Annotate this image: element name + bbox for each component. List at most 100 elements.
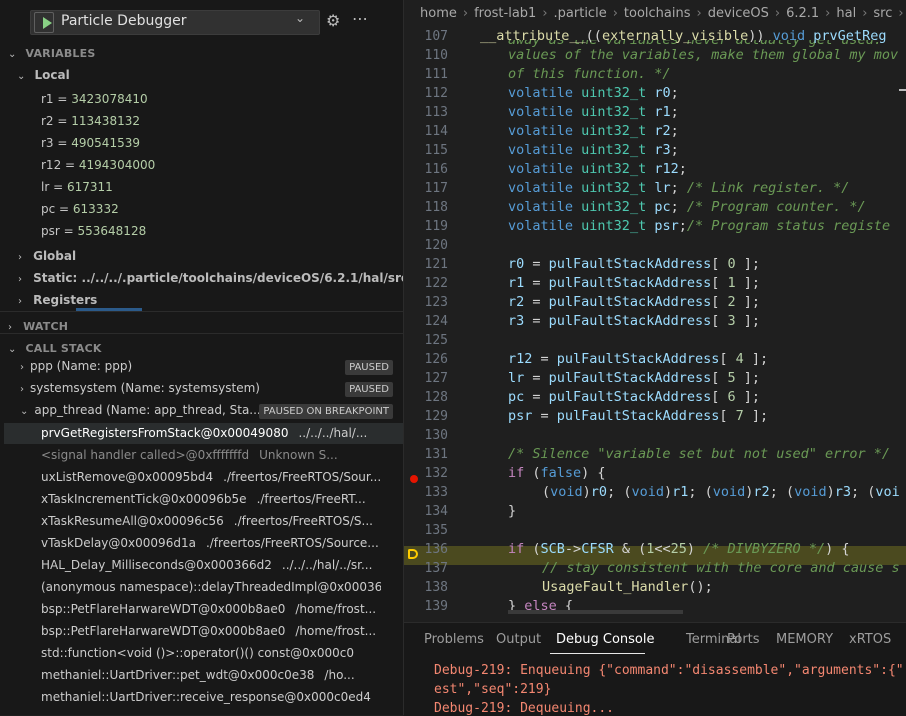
panel-tab-xrtos[interactable]: xRTOS [849, 632, 891, 647]
more-actions-icon[interactable]: ⋯ [352, 9, 368, 28]
call-stack-section-header[interactable]: ⌄ CALL STACK [8, 337, 102, 356]
variable-name: r12 [41, 158, 62, 172]
thread-row[interactable]: › systemsystem (Name: systemsystem) [20, 381, 260, 395]
stack-frame[interactable]: bsp::PetFlareHarwareWDT@0x000b8ae0/home/… [41, 624, 381, 638]
breadcrumb-item[interactable]: deviceOS [708, 6, 769, 21]
stack-frame[interactable]: methaniel::UartDriver::pet_wdt@0x000c0e3… [41, 668, 381, 682]
breadcrumb-item[interactable]: 6.2.1 [786, 6, 819, 21]
registers-scope[interactable]: › Registers [18, 289, 97, 308]
stack-frame[interactable]: (anonymous namespace)::delayThreadedImpl… [41, 580, 381, 594]
variable-value: 613332 [72, 202, 119, 216]
variables-title: VARIABLES [25, 47, 96, 60]
thread-row[interactable]: › ppp (Name: ppp) [20, 359, 132, 373]
active-tab-underline [550, 653, 645, 654]
local-variable-row[interactable]: pc = 613332 [41, 202, 119, 216]
line-number: 124 [424, 314, 448, 329]
watch-title: WATCH [23, 320, 69, 333]
thread-row[interactable]: ⌄ app_thread (Name: app_thread, Sta... [20, 403, 261, 417]
global-scope[interactable]: › Global [18, 245, 76, 264]
line-number: 129 [424, 409, 448, 424]
line-number: 134 [424, 504, 448, 519]
line-number: 114 [424, 124, 448, 139]
line-number: 132 [424, 466, 448, 481]
code-editor[interactable]: home › frost-lab1 › .particle › toolchains › dev… [404, 0, 906, 622]
chevron-down-icon: ⌄ [8, 344, 17, 355]
local-variable-row[interactable]: r12 = 4194304000 [41, 158, 155, 172]
code-line: /* Silence "variable set but not used" e… [508, 446, 891, 462]
panel-tab-ports[interactable]: Ports [727, 632, 760, 647]
local-variable-row[interactable]: psr = 553648128 [41, 224, 146, 238]
line-number: 107 [424, 29, 448, 44]
stack-frame[interactable]: xTaskResumeAll@0x00096c56 ./freertos/Free… [41, 514, 381, 528]
local-variable-row[interactable]: r1 = 3423078410 [41, 92, 148, 106]
stack-frame[interactable]: bsp::PetFlareHarwareWDT@0x000b8ae0/home/… [41, 602, 381, 616]
panel-tab-output[interactable]: Output [496, 632, 541, 647]
watch-section-header[interactable]: › WATCH [8, 315, 68, 334]
code-line: } [508, 503, 517, 519]
local-variable-row[interactable]: r3 = 490541539 [41, 136, 140, 150]
code-line: lr = pulFaultStackAddress[ 5 ]; [508, 370, 761, 386]
thread-label: ppp (Name: ppp) [30, 359, 133, 373]
line-number: 118 [424, 200, 448, 215]
line-number: 137 [424, 561, 448, 576]
horizontal-scrollbar[interactable] [508, 610, 683, 614]
breadcrumb-separator-icon: › [542, 6, 548, 21]
code-line: (void)r0; (void)r1; (void)r2; (void)r3; … [542, 484, 900, 500]
line-number: 139 [424, 599, 448, 614]
variable-name: pc [41, 202, 56, 216]
stack-frame[interactable]: std::function<void ()>::operator()() con… [41, 646, 381, 660]
code-line: __attribute__((externally_visible)) void… [480, 28, 887, 44]
chevron-down-icon[interactable]: ⌄ [295, 11, 305, 25]
panel-tab-debug-console[interactable]: Debug Console [556, 632, 655, 647]
breadcrumb-item[interactable]: frost-lab1 [474, 6, 536, 21]
code-line: volatile uint32_t r3; [508, 142, 679, 158]
code-line: values of the variables, make them globa… [508, 47, 899, 63]
variable-name: r1 [41, 92, 54, 106]
local-variable-row[interactable]: lr = 617311 [41, 180, 113, 194]
local-scope[interactable]: ⌄ Local [17, 64, 70, 83]
frame-source: ../../../hal/... [298, 426, 368, 440]
gear-icon[interactable]: ⚙ [326, 11, 340, 30]
static-scope[interactable]: › Static: ../../../.particle/toolchains/… [18, 267, 403, 286]
stack-frame[interactable]: methaniel::UartDriver::receive_response@… [41, 690, 381, 704]
chevron-right-icon: › [18, 274, 22, 285]
line-number: 126 [424, 352, 448, 367]
breadcrumb-item[interactable]: home [420, 6, 457, 21]
line-number: 127 [424, 371, 448, 386]
variable-name: r2 [41, 114, 54, 128]
panel-tab-problems[interactable]: Problems [424, 632, 484, 647]
breadcrumb-item[interactable]: .particle [554, 6, 607, 21]
breadcrumb-item[interactable]: toolchains [624, 6, 691, 21]
panel-tab-memory[interactable]: MEMORY [776, 632, 833, 647]
code-line: pc = pulFaultStackAddress[ 6 ]; [508, 389, 761, 405]
line-number: 122 [424, 276, 448, 291]
code-line: r2 = pulFaultStackAddress[ 2 ]; [508, 294, 761, 310]
line-number: 111 [424, 67, 448, 82]
breadcrumb-item[interactable]: src [873, 6, 892, 21]
stack-frame[interactable]: prvGetRegistersFromStack@0x00049080 ../..… [41, 426, 381, 440]
stack-frame[interactable]: uxListRemove@0x00095bd4 ./freertos/FreeRT… [41, 470, 381, 484]
line-number: 136 [424, 542, 448, 557]
start-debugging-button[interactable] [34, 12, 54, 33]
line-number: 133 [424, 485, 448, 500]
breadcrumb-separator-icon: › [612, 6, 618, 21]
stack-frame[interactable]: <signal handler called>@0xfffffffd Unknow… [41, 448, 381, 462]
breadcrumb-item[interactable]: hal [836, 6, 856, 21]
thread-status-badge: PAUSED [345, 360, 393, 375]
frame-source: ../../../hal/../sr... [281, 558, 373, 572]
stack-frame[interactable]: vTaskDelay@0x00096d1a ./freertos/FreeRTOS… [41, 536, 381, 550]
thread-label: systemsystem (Name: systemsystem) [30, 381, 260, 395]
variable-separator: = [61, 158, 79, 172]
code-line: r3 = pulFaultStackAddress[ 3 ]; [508, 313, 761, 329]
breadcrumb-separator-icon: › [462, 6, 469, 21]
breadcrumb-separator-icon: › [825, 6, 831, 21]
debug-configuration-select[interactable]: Particle Debugger ⌄ [30, 10, 320, 35]
breadcrumb: home › frost-lab1 › .particle › toolchains › dev… [420, 6, 906, 21]
line-number: 113 [424, 105, 448, 120]
stack-frame[interactable]: xTaskIncrementTick@0x00096b5e ./freertos/… [41, 492, 381, 506]
line-number: 138 [424, 580, 448, 595]
code-line: if (SCB->CFSR & (1<<25) /* DIVBYZERO */)… [508, 541, 850, 557]
stack-frame[interactable]: HAL_Delay_Milliseconds@0x000366d2 ../../.… [41, 558, 381, 572]
variables-section-header[interactable]: ⌄ VARIABLES [8, 42, 95, 61]
local-variable-row[interactable]: r2 = 113438132 [41, 114, 140, 128]
